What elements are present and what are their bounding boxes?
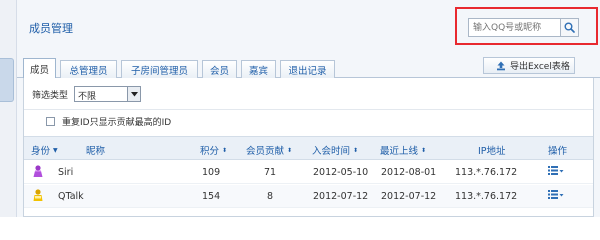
chevron-down-icon bbox=[127, 87, 141, 101]
sort-arrows-icon: ⬍ bbox=[421, 146, 427, 154]
yellow-person-icon bbox=[32, 189, 44, 205]
export-excel-button[interactable]: 导出Excel表格 bbox=[483, 57, 575, 74]
tab-exit-records[interactable]: 退出记录 bbox=[280, 60, 335, 78]
member-nickname[interactable]: Siri bbox=[58, 167, 73, 178]
left-sidebar-strip bbox=[0, 0, 17, 217]
filter-selected-value: 不限 bbox=[78, 92, 97, 102]
tab-subroom-admins[interactable]: 子房间管理员 bbox=[121, 60, 198, 78]
search-button[interactable] bbox=[561, 18, 579, 37]
column-points[interactable]: 积分 ⬍ bbox=[200, 143, 227, 157]
member-contribution: 71 bbox=[264, 167, 277, 178]
row-actions-menu[interactable] bbox=[548, 190, 564, 199]
filter-type-select[interactable]: 不限 bbox=[74, 86, 142, 102]
purple-person-icon bbox=[32, 165, 44, 181]
dedupe-option: 重复ID只显示贡献最高的ID bbox=[46, 115, 171, 128]
member-last-online: 2012-08-01 bbox=[381, 167, 437, 178]
column-contribution-label: 会员贡献 bbox=[246, 146, 285, 157]
panel-header: 成员管理 bbox=[17, 0, 600, 48]
column-join-time-label: 入会时间 bbox=[312, 146, 351, 157]
sort-caret-icon: ▼ bbox=[53, 146, 58, 154]
table-row: Siri 109 71 2012-05-10 2012-08-01 113.*.… bbox=[24, 161, 593, 184]
member-join-time: 2012-05-10 bbox=[313, 167, 369, 178]
column-ip: IP地址 bbox=[478, 146, 506, 157]
members-content: 筛选类型 不限 重复ID只显示贡献最高的ID 身份 ▼ 昵称 积分 ⬍ 会员贡献 ⬍ bbox=[23, 78, 594, 217]
member-contribution: 8 bbox=[267, 191, 274, 202]
tab-members[interactable]: 成员 bbox=[23, 58, 56, 79]
sort-arrows-icon: ⬍ bbox=[353, 146, 359, 154]
search-input[interactable] bbox=[469, 19, 560, 36]
member-points: 109 bbox=[202, 167, 221, 178]
sort-arrows-icon: ⬍ bbox=[287, 146, 293, 154]
tab-guests[interactable]: 嘉宾 bbox=[241, 60, 276, 78]
export-upload-icon bbox=[497, 61, 505, 70]
member-points: 154 bbox=[202, 191, 221, 202]
column-contribution[interactable]: 会员贡献 ⬍ bbox=[246, 143, 292, 157]
column-last-online[interactable]: 最近上线 ⬍ bbox=[380, 143, 426, 157]
tab-vip-members[interactable]: 会员 bbox=[202, 60, 237, 78]
member-nickname[interactable]: QTalk bbox=[58, 191, 84, 202]
column-role[interactable]: 身份 ▼ bbox=[31, 143, 58, 157]
member-management-panel: 成员管理 成员 总管理员 子房间管理员 会员 嘉宾 退出记录 导出Excel表格… bbox=[17, 0, 600, 217]
sort-arrows-icon: ⬍ bbox=[222, 146, 228, 154]
row-actions-menu[interactable] bbox=[548, 166, 564, 175]
page-title: 成员管理 bbox=[29, 22, 73, 35]
column-join-time[interactable]: 入会时间 ⬍ bbox=[312, 143, 358, 157]
column-nickname: 昵称 bbox=[86, 146, 106, 157]
member-last-online: 2012-07-12 bbox=[381, 191, 437, 202]
column-role-label: 身份 bbox=[31, 146, 51, 157]
filter-label: 筛选类型 bbox=[32, 90, 69, 101]
list-menu-icon bbox=[548, 190, 564, 199]
export-button-label: 导出Excel表格 bbox=[510, 62, 570, 72]
column-points-label: 积分 bbox=[200, 146, 220, 157]
member-ip: 113.*.76.172 bbox=[455, 191, 518, 202]
list-menu-icon bbox=[548, 166, 564, 175]
member-join-time: 2012-07-12 bbox=[313, 191, 369, 202]
dedupe-label: 重复ID只显示贡献最高的ID bbox=[62, 118, 172, 128]
table-row: QTalk 154 8 2012-07-12 2012-07-12 113.*.… bbox=[24, 185, 593, 208]
column-action: 操作 bbox=[548, 146, 568, 157]
filter-divider bbox=[24, 109, 593, 110]
dedupe-checkbox[interactable] bbox=[46, 117, 55, 126]
tab-super-admins[interactable]: 总管理员 bbox=[60, 60, 117, 78]
filter-row: 筛选类型 不限 bbox=[32, 86, 142, 102]
table-header: 身份 ▼ 昵称 积分 ⬍ 会员贡献 ⬍ 入会时间 ⬍ 最近上线 ⬍ IP地址 操作 bbox=[24, 136, 593, 160]
column-last-online-label: 最近上线 bbox=[380, 146, 419, 157]
sidebar-collapse-tab[interactable] bbox=[0, 58, 14, 102]
search-icon bbox=[564, 22, 575, 33]
search-box[interactable] bbox=[468, 18, 561, 37]
member-ip: 113.*.76.172 bbox=[455, 167, 518, 178]
